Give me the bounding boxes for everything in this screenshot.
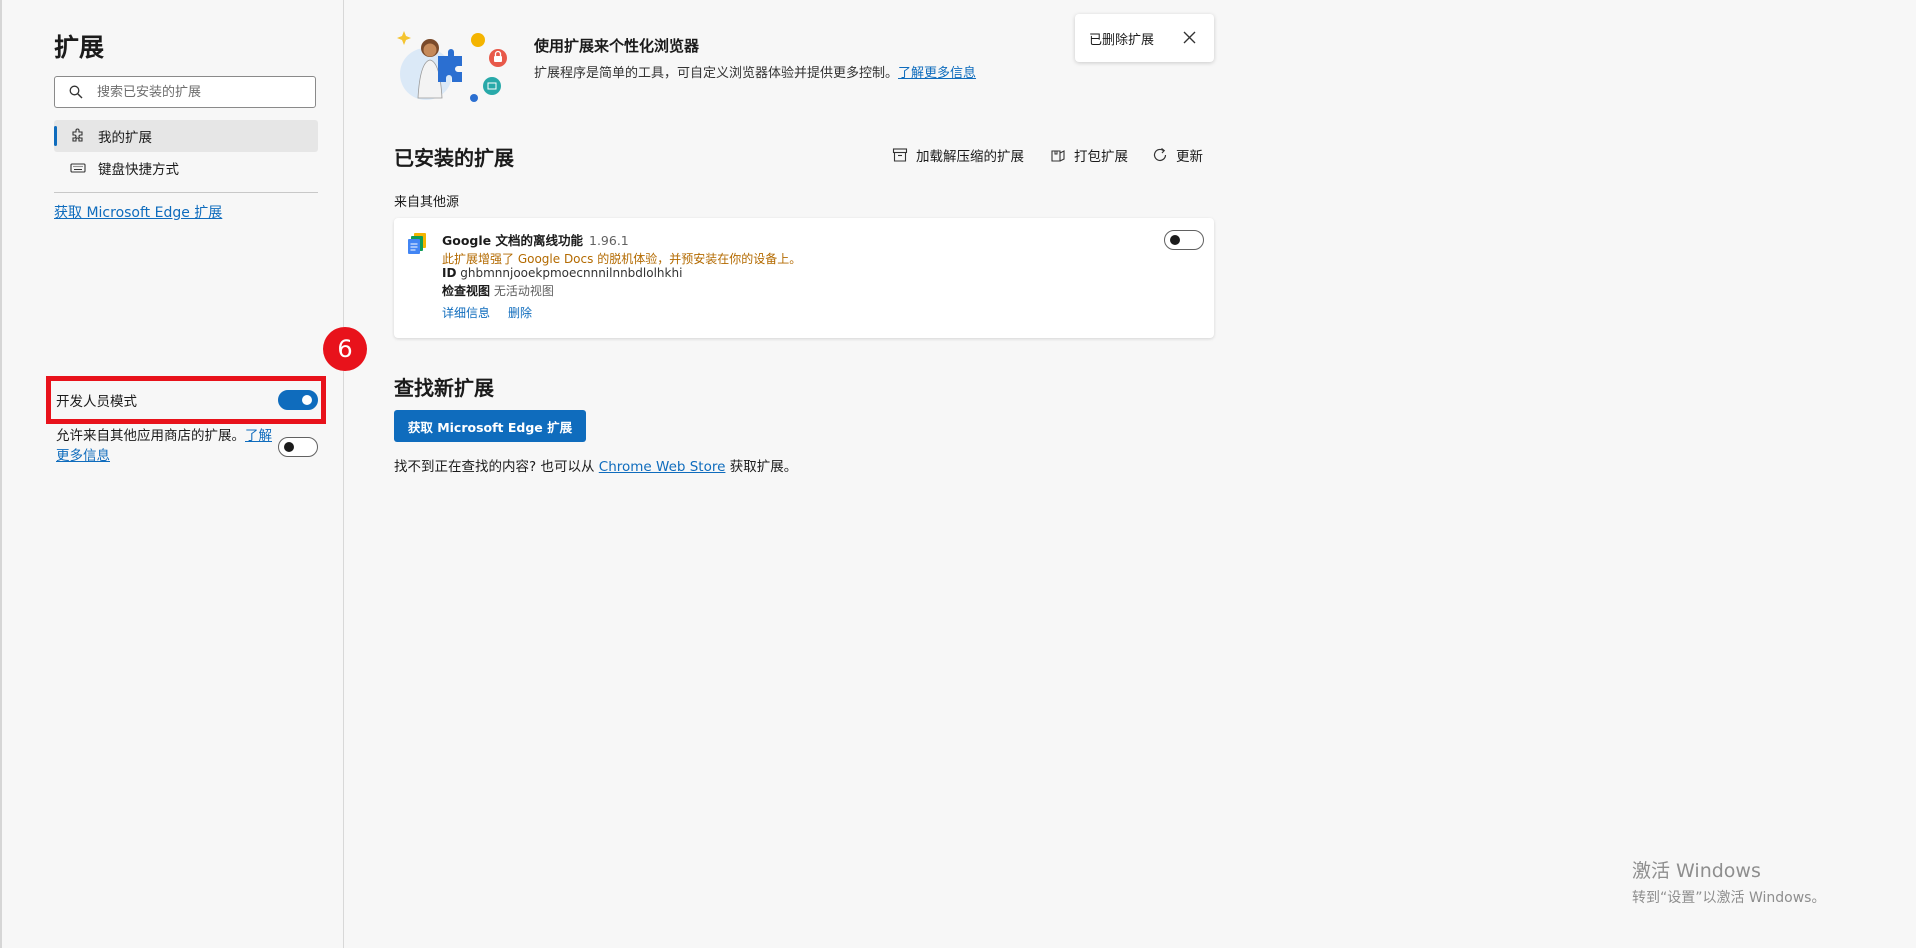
- installed-extensions-title: 已安装的扩展: [394, 146, 514, 170]
- sidebar-item-label: 我的扩展: [98, 130, 152, 146]
- close-icon[interactable]: [1183, 31, 1196, 44]
- extension-actions: 详细信息 删除: [442, 304, 532, 321]
- get-edge-extensions-link[interactable]: 获取 Microsoft Edge 扩展: [54, 202, 222, 222]
- developer-mode-toggle[interactable]: [278, 390, 318, 410]
- activation-watermark: 激活 Windows 转到“设置”以激活 Windows。: [1632, 856, 1825, 907]
- header-description: 扩展程序是简单的工具，可自定义浏览器体验并提供更多控制。了解更多信息: [534, 62, 976, 81]
- inspect-views-value: 无活动视图: [493, 284, 554, 298]
- toggle-knob: [302, 395, 312, 405]
- header-learn-more-link[interactable]: 了解更多信息: [898, 66, 976, 81]
- extension-card: Google 文档的离线功能 1.96.1 此扩展增强了 Google Docs …: [394, 218, 1214, 338]
- allow-other-stores-text: 允许来自其他应用商店的扩展。了解更多信息: [56, 426, 276, 466]
- search-input[interactable]: [97, 81, 307, 103]
- remove-link[interactable]: 删除: [508, 304, 532, 321]
- archive-icon: [892, 148, 908, 162]
- keyboard-icon: [70, 163, 86, 173]
- extensions-illustration: [397, 31, 507, 102]
- extension-description: 此扩展增强了 Google Docs 的脱机体验，并预安装在你的设备上。: [442, 252, 802, 266]
- sidebar-item-label: 键盘快捷方式: [98, 162, 179, 178]
- source-label: 来自其他源: [394, 195, 460, 210]
- sidebar-item-keyboard-shortcuts[interactable]: 键盘快捷方式: [54, 152, 318, 184]
- allow-other-stores-label: 允许来自其他应用商店的扩展。: [56, 428, 245, 444]
- removed-toast: 已删除扩展: [1075, 14, 1214, 62]
- search-box[interactable]: [54, 76, 316, 108]
- extension-enable-toggle[interactable]: [1164, 230, 1204, 250]
- search-icon: [69, 85, 83, 99]
- sidebar-title: 扩展: [54, 33, 105, 62]
- update-label: 更新: [1176, 149, 1203, 165]
- inspect-views-line: 检查视图 无活动视图: [442, 282, 554, 299]
- chrome-store-hint: 找不到正在查找的内容? 也可以从 Chrome Web Store 获取扩展。: [394, 455, 797, 475]
- load-unpacked-label: 加载解压缩的扩展: [916, 149, 1024, 165]
- watermark-line1: 激活 Windows: [1632, 860, 1761, 882]
- extension-name: Google 文档的离线功能 1.96.1: [442, 230, 629, 249]
- extension-name-text: Google 文档的离线功能: [442, 233, 583, 248]
- header-description-text: 扩展程序是简单的工具，可自定义浏览器体验并提供更多控制。: [534, 66, 899, 81]
- toggle-knob: [284, 442, 294, 452]
- package-icon: [1051, 150, 1065, 162]
- chrome-web-store-link[interactable]: Chrome Web Store: [599, 459, 726, 475]
- extension-id-line: ID ghbmnnjooekpmoecnnnilnnbdlolhkhi: [442, 266, 682, 280]
- pack-extension-button[interactable]: 打包扩展: [1050, 145, 1128, 165]
- inspect-views-label: 检查视图: [442, 284, 491, 298]
- pack-extension-label: 打包扩展: [1074, 149, 1128, 165]
- find-new-title: 查找新扩展: [394, 376, 494, 400]
- hint-prefix: 找不到正在查找的内容? 也可以从: [394, 459, 595, 475]
- hint-suffix: 获取扩展。: [729, 459, 798, 475]
- details-link[interactable]: 详细信息: [442, 304, 490, 321]
- developer-mode-label: 开发人员模式: [56, 394, 137, 410]
- puzzle-icon: [72, 128, 83, 142]
- refresh-icon: [1153, 148, 1167, 161]
- allow-other-stores-toggle[interactable]: [278, 437, 318, 457]
- header-title: 使用扩展来个性化浏览器: [534, 37, 700, 55]
- extension-version: 1.96.1: [589, 233, 629, 248]
- toggle-knob: [1170, 235, 1180, 245]
- toast-text: 已删除扩展: [1089, 32, 1155, 48]
- sidebar: 扩展 我的扩展 键盘快捷方式 获取 Microsoft Edge 扩展 6 开发…: [2, 0, 367, 948]
- sidebar-divider: [54, 192, 318, 193]
- get-edge-extensions-button[interactable]: 获取 Microsoft Edge 扩展: [394, 410, 586, 442]
- update-button[interactable]: 更新: [1152, 145, 1203, 165]
- google-docs-offline-icon: [408, 233, 426, 254]
- extension-id: ghbmnnjooekpmoecnnnilnnbdlolhkhi: [460, 266, 683, 280]
- load-unpacked-button[interactable]: 加载解压缩的扩展: [892, 145, 1024, 165]
- sidebar-item-my-extensions[interactable]: 我的扩展: [54, 120, 318, 152]
- watermark-line2: 转到“设置”以激活 Windows。: [1632, 890, 1826, 906]
- step-badge: 6: [323, 327, 367, 371]
- extension-id-label: ID: [442, 266, 457, 280]
